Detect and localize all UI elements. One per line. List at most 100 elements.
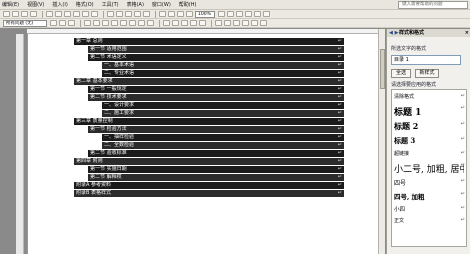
- style-item[interactable]: 超链接: [394, 150, 464, 157]
- style-item[interactable]: 小四: [394, 205, 464, 213]
- toolbar-button[interactable]: [159, 11, 166, 17]
- style-item[interactable]: 四号: [394, 178, 464, 187]
- toolbar-button[interactable]: [227, 11, 234, 17]
- style-item[interactable]: 小二号, 加粗, 居中: [394, 162, 464, 175]
- format-button[interactable]: [93, 20, 100, 26]
- format-button[interactable]: [172, 20, 179, 26]
- toc-line[interactable]: 第二节 验收标准 ↵: [88, 150, 344, 157]
- toc-line[interactable]: 二、全数检验 ↵: [102, 142, 344, 149]
- selected-format-field[interactable]: 目录 1: [391, 55, 461, 65]
- format-button[interactable]: [224, 20, 231, 26]
- format-button[interactable]: [102, 20, 109, 26]
- toc-line[interactable]: 第一节 适用范围 ↵: [88, 46, 344, 53]
- toc-line[interactable]: 第二章 基本要求 ↵: [74, 78, 344, 85]
- format-button[interactable]: [242, 20, 249, 26]
- toc-line[interactable]: 第四章 附则 ↵: [74, 158, 344, 165]
- menu-item-2[interactable]: 插入(I): [52, 1, 67, 8]
- toolbar-button[interactable]: [254, 11, 261, 17]
- format-button[interactable]: [59, 20, 66, 26]
- toolbar-button[interactable]: [64, 11, 71, 17]
- format-button[interactable]: [120, 20, 127, 26]
- format-button[interactable]: [84, 20, 91, 26]
- toolbar-button[interactable]: [116, 11, 123, 17]
- zoom-combo[interactable]: 100%: [195, 10, 215, 18]
- toc-line[interactable]: 第一章 总则 ↵: [74, 38, 344, 45]
- style-item[interactable]: 标题 2: [394, 121, 464, 132]
- toolbar-button[interactable]: [143, 11, 150, 17]
- menu-item-5[interactable]: 表格(A): [127, 1, 144, 8]
- style-item[interactable]: 标题 3: [394, 136, 464, 146]
- format-button[interactable]: [147, 20, 154, 26]
- format-button[interactable]: [181, 20, 188, 26]
- menu-item-7[interactable]: 帮助(H): [179, 1, 197, 8]
- toolbar-button[interactable]: [245, 11, 252, 17]
- toolbar-button[interactable]: [177, 11, 184, 17]
- format-button[interactable]: [50, 20, 57, 26]
- menu-item-1[interactable]: 视图(V): [27, 1, 44, 8]
- toolbar-button[interactable]: [186, 11, 193, 17]
- toc-line[interactable]: 第一节 检验方法 ↵: [88, 126, 344, 133]
- toc-line[interactable]: 二、专业术语 ↵: [102, 70, 344, 77]
- toc-line[interactable]: 一、设计要求 ↵: [102, 102, 344, 109]
- new-style-button[interactable]: 新样式: [415, 69, 439, 78]
- toolbar-button[interactable]: [134, 11, 141, 17]
- format-button[interactable]: [215, 20, 222, 26]
- toolbar-button[interactable]: [3, 11, 10, 17]
- menu-item-6[interactable]: 窗口(W): [152, 1, 171, 8]
- style-combo[interactable]: 所有问题 (无): [3, 19, 47, 27]
- style-item[interactable]: 清除格式: [394, 93, 464, 100]
- vertical-scrollbar[interactable]: [378, 29, 385, 254]
- format-button[interactable]: [251, 20, 258, 26]
- format-button[interactable]: [138, 20, 145, 26]
- toolbar-button[interactable]: [168, 11, 175, 17]
- toc-line[interactable]: 附录B 表格样式 ↵: [74, 190, 344, 197]
- style-item[interactable]: 标题 1: [394, 105, 464, 118]
- toc-line[interactable]: 一、基本术语 ↵: [102, 62, 344, 69]
- paragraph-mark: ↵: [337, 174, 342, 180]
- select-all-button[interactable]: 全选: [391, 69, 411, 78]
- format-button[interactable]: [163, 20, 170, 26]
- document-page[interactable]: 第一章 总则 ↵ 第一节 适用范围 ↵ 第二节 术语定义 ↵ 一、基本术语 ↵ 二、专业术语 ↵ 第…: [27, 34, 382, 254]
- toolbar-button[interactable]: [46, 11, 53, 17]
- toolbar-button[interactable]: [12, 11, 19, 17]
- toolbar-button[interactable]: [55, 11, 62, 17]
- toolbar-button[interactable]: [73, 11, 80, 17]
- toolbar-button[interactable]: [30, 11, 37, 17]
- menu-item-0[interactable]: 编辑(E): [2, 1, 19, 8]
- toolbar-separator: [159, 19, 160, 27]
- close-icon[interactable]: ×: [465, 29, 469, 37]
- menu-item-3[interactable]: 格式(O): [76, 1, 94, 8]
- style-item[interactable]: 正文: [394, 217, 464, 224]
- task-pane-nav-icon[interactable]: ◀ ▶: [389, 29, 398, 37]
- format-button[interactable]: [260, 20, 267, 26]
- toolbar-button[interactable]: [21, 11, 28, 17]
- toolbar-button[interactable]: [91, 11, 98, 17]
- format-button[interactable]: [111, 20, 118, 26]
- toc-line[interactable]: 第一节 实施日期 ↵: [88, 166, 344, 173]
- toolbar-button[interactable]: [263, 11, 270, 17]
- toc-line-text: 第二节 解释权: [90, 174, 122, 180]
- format-button[interactable]: [233, 20, 240, 26]
- toolbar-button[interactable]: [82, 11, 89, 17]
- toolbar-button[interactable]: [236, 11, 243, 17]
- style-item[interactable]: 四号, 加粗: [394, 191, 464, 201]
- toc-line[interactable]: 第二节 技术要求 ↵: [88, 94, 344, 101]
- format-button[interactable]: [190, 20, 197, 26]
- vertical-ruler[interactable]: [16, 34, 24, 254]
- help-search-input[interactable]: 键入需要帮助的问题: [398, 1, 468, 9]
- toc-line[interactable]: 第二节 术语定义 ↵: [88, 54, 344, 61]
- toc-line[interactable]: 第三章 质量控制 ↵: [74, 118, 344, 125]
- toc-line[interactable]: 一、抽样检验 ↵: [102, 134, 344, 141]
- toc-line[interactable]: 二、施工要求 ↵: [102, 110, 344, 117]
- format-button[interactable]: [129, 20, 136, 26]
- toc-line[interactable]: 第二节 解释权 ↵: [88, 174, 344, 181]
- format-button[interactable]: [68, 20, 75, 26]
- toolbar-button[interactable]: [125, 11, 132, 17]
- toolbar-button[interactable]: [218, 11, 225, 17]
- scrollbar-thumb[interactable]: [380, 49, 385, 89]
- toc-line[interactable]: 第一节 一般规定 ↵: [88, 86, 344, 93]
- menu-item-4[interactable]: 工具(T): [102, 1, 119, 8]
- format-button[interactable]: [199, 20, 206, 26]
- toc-line[interactable]: 附录A 参考资料 ↵: [74, 182, 344, 189]
- toolbar-button[interactable]: [107, 11, 114, 17]
